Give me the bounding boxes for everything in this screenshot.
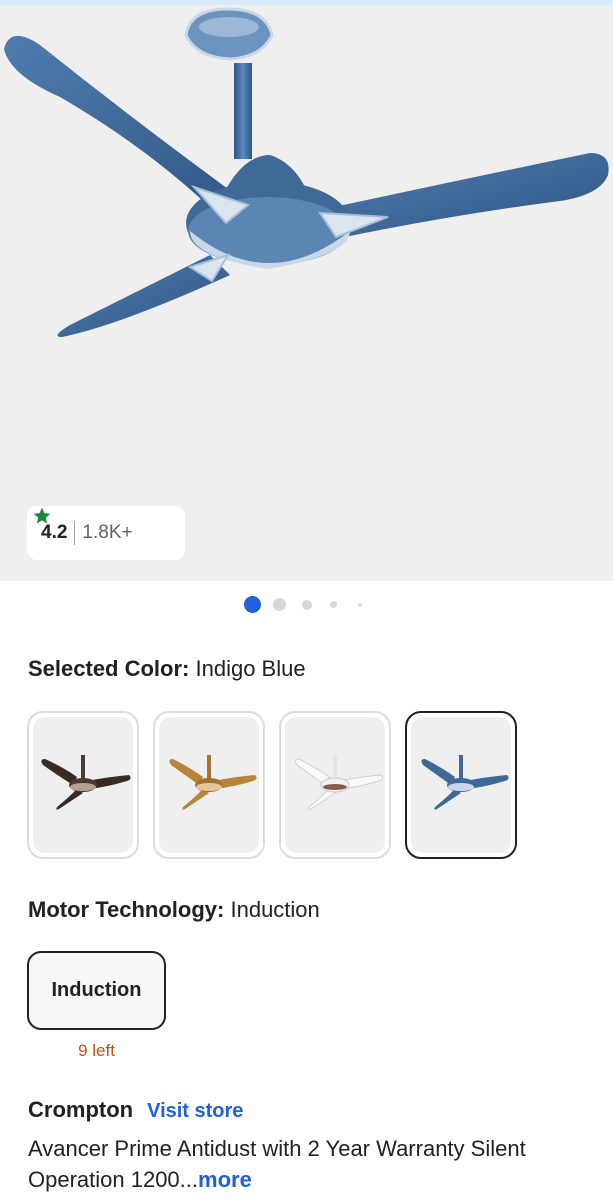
- image-pagination-dots[interactable]: [0, 596, 613, 614]
- gold-fan-thumbnail: [169, 755, 257, 810]
- color-swatch-gold[interactable]: [153, 711, 265, 859]
- pagination-dot[interactable]: [358, 603, 362, 607]
- selected-color-value: Indigo Blue: [195, 656, 306, 681]
- product-title: Avancer Prime Antidust with 2 Year Warra…: [28, 1133, 588, 1195]
- selected-color-label: Selected Color: Indigo Blue: [28, 656, 306, 682]
- motor-option-induction[interactable]: Induction: [27, 951, 166, 1030]
- brown-fan-thumbnail: [41, 755, 131, 810]
- brand-row: Crompton Visit store: [28, 1097, 243, 1123]
- rating-count: 1.8K+: [82, 522, 133, 543]
- rating-chip[interactable]: 4.2 1.8K+: [27, 506, 185, 560]
- product-title-text: Avancer Prime Antidust with 2 Year Warra…: [28, 1136, 526, 1192]
- visit-store-link[interactable]: Visit store: [147, 1100, 243, 1123]
- ceiling-fan-image: [4, 7, 609, 337]
- motor-technology-label: Motor Technology: Induction: [28, 897, 320, 923]
- pagination-dot[interactable]: [302, 600, 312, 610]
- motor-technology-value: Induction: [230, 897, 320, 922]
- rating-divider: [74, 521, 76, 545]
- product-image-gallery[interactable]: 4.2 1.8K+: [0, 5, 613, 581]
- star-icon: [33, 507, 51, 524]
- color-swatch-brown[interactable]: [27, 711, 139, 859]
- stock-note: 9 left: [78, 1041, 115, 1060]
- color-swatch-indigo-blue[interactable]: [405, 711, 517, 859]
- pagination-dot[interactable]: [273, 598, 286, 611]
- selected-color-heading: Selected Color:: [28, 656, 190, 681]
- pagination-dot[interactable]: [330, 601, 337, 608]
- more-link[interactable]: more: [198, 1167, 252, 1192]
- white-fan-thumbnail: [294, 755, 384, 811]
- color-swatch-white[interactable]: [279, 711, 391, 859]
- brand-name[interactable]: Crompton: [28, 1097, 133, 1123]
- pagination-dot-active[interactable]: [244, 596, 261, 613]
- indigo-fan-thumbnail: [421, 755, 509, 810]
- motor-technology-heading: Motor Technology:: [28, 897, 225, 922]
